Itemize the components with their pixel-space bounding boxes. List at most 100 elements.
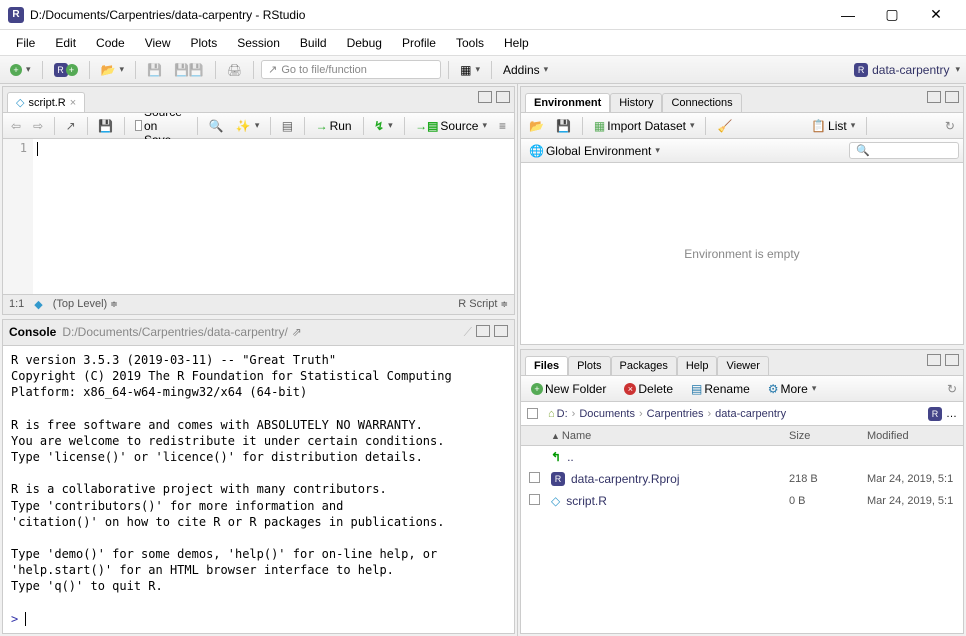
pane-maximize-icon[interactable]: [945, 91, 959, 103]
list-view-button[interactable]: 📋 List▾: [807, 117, 859, 135]
rerun-button[interactable]: ↯▾: [370, 117, 397, 135]
tab-plots[interactable]: Plots: [568, 356, 610, 375]
menu-session[interactable]: Session: [227, 33, 290, 53]
scope-selector[interactable]: (Top Level) ≑: [53, 298, 118, 310]
toolbar-separator: [253, 61, 254, 79]
menu-profile[interactable]: Profile: [392, 33, 446, 53]
editor-gutter: 1: [3, 139, 33, 294]
code-tools-button[interactable]: ✨▾: [232, 117, 263, 135]
workspace-panes-button[interactable]: ▦▾: [456, 61, 484, 79]
scope-selector[interactable]: 🌐 Global Environment▾: [525, 142, 664, 160]
pane-maximize-icon[interactable]: [496, 91, 510, 103]
pane-minimize-icon[interactable]: [927, 354, 941, 366]
r-file-icon: ◇: [16, 96, 24, 109]
select-all-checkbox[interactable]: [527, 408, 538, 419]
go-to-project-dir-icon[interactable]: R: [928, 407, 942, 421]
window-close-button[interactable]: ✕: [914, 1, 958, 29]
forward-button[interactable]: ⇨: [29, 117, 47, 135]
code-editor[interactable]: [33, 139, 514, 294]
close-tab-icon[interactable]: ×: [70, 97, 76, 109]
env-search-input[interactable]: 🔍: [849, 142, 959, 159]
import-dataset-button[interactable]: ▦ Import Dataset▾: [590, 117, 699, 135]
new-folder-button[interactable]: + New Folder: [527, 380, 610, 398]
delete-button[interactable]: × Delete: [620, 380, 677, 398]
console-output[interactable]: R version 3.5.3 (2019-03-11) -- "Great T…: [3, 346, 514, 633]
toolbar-separator: [42, 61, 43, 79]
clear-console-icon[interactable]: ⟋: [464, 325, 472, 340]
save-button[interactable]: 💾: [143, 61, 166, 79]
project-dropdown-icon: ▾: [955, 64, 960, 75]
file-checkbox[interactable]: [529, 472, 540, 483]
load-workspace-button[interactable]: 📂: [525, 117, 548, 135]
breadcrumb-seg[interactable]: data-carpentry: [715, 408, 786, 420]
file-checkbox[interactable]: [529, 494, 540, 505]
tab-history[interactable]: History: [610, 93, 662, 112]
project-selector[interactable]: R data-carpentry ▾: [854, 63, 960, 77]
breadcrumb-drive[interactable]: D:: [557, 408, 568, 420]
tab-connections[interactable]: Connections: [662, 93, 741, 112]
clear-workspace-button[interactable]: 🧹: [713, 117, 736, 135]
pane-minimize-icon[interactable]: [476, 325, 490, 337]
menu-plots[interactable]: Plots: [181, 33, 228, 53]
files-breadcrumb: ⌂ D:› Documents› Carpentries› data-carpe…: [521, 402, 963, 426]
menu-build[interactable]: Build: [290, 33, 337, 53]
menu-help[interactable]: Help: [494, 33, 539, 53]
project-icon: R: [854, 63, 868, 77]
menu-file[interactable]: File: [6, 33, 45, 53]
home-icon[interactable]: ⌂: [548, 408, 555, 420]
tab-help[interactable]: Help: [677, 356, 718, 375]
tab-environment[interactable]: Environment: [525, 93, 610, 112]
file-link[interactable]: Rdata-carpentry.Rproj: [547, 472, 789, 486]
save-all-button[interactable]: 💾💾: [170, 61, 208, 79]
open-file-button[interactable]: 📂▾: [97, 61, 128, 79]
refresh-files-button[interactable]: ↻: [947, 382, 957, 396]
window-minimize-button[interactable]: ―: [826, 1, 870, 29]
source-tabstrip: ◇ script.R ×: [3, 87, 514, 113]
more-button[interactable]: ⚙ More▾: [764, 380, 821, 398]
file-row-up[interactable]: ↰..: [521, 446, 963, 468]
find-replace-button[interactable]: 🔍: [205, 117, 228, 135]
new-project-button[interactable]: R+: [50, 61, 82, 79]
print-button[interactable]: 🖨: [223, 61, 246, 79]
tab-files[interactable]: Files: [525, 356, 568, 375]
col-size-header[interactable]: Size: [789, 430, 867, 442]
env-toolbar: 📂 💾 ▦ Import Dataset▾ 🧹 📋 List▾ ↻: [521, 113, 963, 139]
goto-file-input[interactable]: ↗Go to file/function: [261, 60, 441, 79]
pane-minimize-icon[interactable]: [927, 91, 941, 103]
pane-maximize-icon[interactable]: [494, 325, 508, 337]
col-modified-header[interactable]: Modified: [867, 430, 963, 442]
rename-button[interactable]: ▤ Rename: [687, 380, 754, 398]
compile-report-button[interactable]: ▤: [278, 117, 297, 135]
menu-tools[interactable]: Tools: [446, 33, 494, 53]
save-source-button[interactable]: 💾: [94, 117, 117, 135]
pane-maximize-icon[interactable]: [945, 354, 959, 366]
col-name-header[interactable]: ▲ Name: [547, 430, 789, 442]
cursor-position[interactable]: 1:1: [9, 298, 24, 310]
pane-minimize-icon[interactable]: [478, 91, 492, 103]
run-button[interactable]: →Run: [312, 117, 356, 135]
source-button[interactable]: →▤ Source▾: [411, 117, 491, 135]
editor-body[interactable]: 1: [3, 139, 514, 294]
tab-viewer[interactable]: Viewer: [717, 356, 768, 375]
save-workspace-button[interactable]: 💾: [552, 117, 575, 135]
console-wd-button[interactable]: ⇗: [292, 325, 302, 339]
breadcrumb-seg[interactable]: Carpentries: [647, 408, 704, 420]
back-button[interactable]: ⇦: [7, 117, 25, 135]
tab-packages[interactable]: Packages: [611, 356, 677, 375]
show-document-outline-button[interactable]: ≡: [495, 117, 510, 135]
window-maximize-button[interactable]: ▢: [870, 1, 914, 29]
more-path-button[interactable]: …: [946, 408, 957, 420]
refresh-env-button[interactable]: ↻: [941, 117, 959, 135]
menu-debug[interactable]: Debug: [337, 33, 392, 53]
source-tab-script[interactable]: ◇ script.R ×: [7, 92, 85, 112]
language-selector[interactable]: R Script ≑: [458, 298, 508, 310]
addins-button[interactable]: Addins▾: [499, 61, 552, 79]
breadcrumb-seg[interactable]: Documents: [579, 408, 635, 420]
menu-edit[interactable]: Edit: [45, 33, 86, 53]
menu-code[interactable]: Code: [86, 33, 135, 53]
menu-view[interactable]: View: [135, 33, 181, 53]
environment-pane: Environment History Connections 📂 💾 ▦ Im…: [520, 86, 964, 345]
new-file-button[interactable]: +▾: [6, 62, 35, 78]
show-in-new-window-button[interactable]: ↗: [62, 117, 80, 135]
file-link[interactable]: ◇script.R: [547, 494, 789, 508]
